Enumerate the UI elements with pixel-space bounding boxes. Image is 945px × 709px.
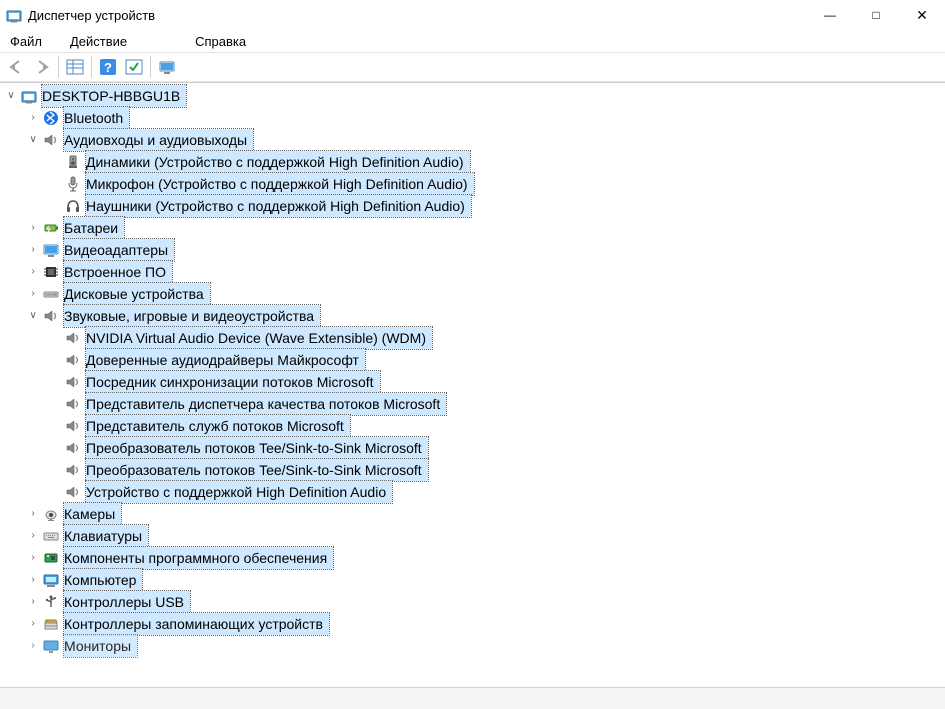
speaker-icon [42, 307, 60, 325]
device-hd-audio[interactable]: Устройство с поддержкой High Definition … [48, 481, 945, 503]
back-button[interactable] [4, 55, 28, 79]
category-audio-io[interactable]: ∨ Аудиовходы и аудиовыходы Динамики (Уст… [26, 129, 945, 217]
category-cameras[interactable]: › Камеры [26, 503, 945, 525]
tree-root[interactable]: ∨ DESKTOP-HBBGU1B › Bluetooth ∨ Аудиовхо… [4, 85, 945, 657]
close-button[interactable]: ✕ [899, 0, 945, 30]
monitor-icon [42, 637, 60, 655]
toolbar-separator [150, 56, 151, 78]
expand-icon[interactable]: ∨ [4, 89, 18, 103]
display-icon [42, 241, 60, 259]
speaker-icon [64, 351, 82, 369]
speaker-icon [64, 417, 82, 435]
bluetooth-icon [42, 109, 60, 127]
root-label: DESKTOP-HBBGU1B [42, 85, 186, 107]
category-bluetooth[interactable]: › Bluetooth [26, 107, 945, 129]
expand-icon[interactable]: › [26, 551, 40, 565]
window-title: Диспетчер устройств [28, 8, 155, 23]
collapse-icon[interactable]: ∨ [26, 133, 40, 147]
device-speakers[interactable]: Динамики (Устройство с поддержкой High D… [48, 151, 945, 173]
expand-icon[interactable]: › [26, 639, 40, 653]
camera-icon [42, 505, 60, 523]
headphones-icon [64, 197, 82, 215]
category-keyboards[interactable]: › Клавиатуры [26, 525, 945, 547]
category-usb-controllers[interactable]: › Контроллеры USB [26, 591, 945, 613]
speaker-icon [64, 329, 82, 347]
component-icon [42, 549, 60, 567]
device-headphones[interactable]: Наушники (Устройство с поддержкой High D… [48, 195, 945, 217]
help-button[interactable] [96, 55, 120, 79]
statusbar [0, 687, 945, 709]
toolbar-separator [91, 56, 92, 78]
speaker-icon [64, 395, 82, 413]
speaker-icon [64, 439, 82, 457]
storage-icon [42, 615, 60, 633]
computer-icon [20, 87, 38, 105]
speaker-device-icon [64, 153, 82, 171]
category-firmware[interactable]: › Встроенное ПО [26, 261, 945, 283]
speaker-icon [64, 483, 82, 501]
menu-action[interactable]: Действие [60, 32, 137, 51]
device-tee-1[interactable]: Преобразователь потоков Tee/Sink-to-Sink… [48, 437, 945, 459]
properties-button[interactable] [155, 55, 179, 79]
expand-icon[interactable]: › [26, 287, 40, 301]
menu-help[interactable]: Справка [185, 32, 256, 51]
computer-icon [42, 571, 60, 589]
device-tee-2[interactable]: Преобразователь потоков Tee/Sink-to-Sink… [48, 459, 945, 481]
category-storage-controllers[interactable]: › Контроллеры запоминающих устройств [26, 613, 945, 635]
speaker-icon [64, 373, 82, 391]
show-hidden-button[interactable] [63, 55, 87, 79]
expand-icon[interactable]: › [26, 573, 40, 587]
category-software-components[interactable]: › Компоненты программного обеспечения [26, 547, 945, 569]
menubar: Файл Действие Справка [0, 30, 945, 52]
scan-button[interactable] [122, 55, 146, 79]
speaker-icon [42, 131, 60, 149]
window-controls: — □ ✕ [807, 0, 945, 30]
usb-icon [42, 593, 60, 611]
disk-icon [42, 285, 60, 303]
category-disk-drives[interactable]: › Дисковые устройства [26, 283, 945, 305]
collapse-icon[interactable]: ∨ [26, 309, 40, 323]
device-svc-rep[interactable]: Представитель служб потоков Microsoft [48, 415, 945, 437]
expand-icon[interactable]: › [26, 529, 40, 543]
device-qos-rep[interactable]: Представитель диспетчера качества потоко… [48, 393, 945, 415]
maximize-button[interactable]: □ [853, 0, 899, 30]
menu-file[interactable]: Файл [0, 32, 52, 51]
device-tree[interactable]: ∨ DESKTOP-HBBGU1B › Bluetooth ∨ Аудиовхо… [0, 83, 945, 687]
expand-icon[interactable]: › [26, 507, 40, 521]
device-microphone[interactable]: Микрофон (Устройство с поддержкой High D… [48, 173, 945, 195]
category-computer[interactable]: › Компьютер [26, 569, 945, 591]
expand-icon[interactable]: › [26, 243, 40, 257]
device-nvidia-audio[interactable]: NVIDIA Virtual Audio Device (Wave Extens… [48, 327, 945, 349]
category-batteries[interactable]: › Батареи [26, 217, 945, 239]
forward-button[interactable] [30, 55, 54, 79]
battery-icon [42, 219, 60, 237]
tree-panel: ∨ DESKTOP-HBBGU1B › Bluetooth ∨ Аудиовхо… [0, 82, 945, 687]
titlebar: Диспетчер устройств — □ ✕ [0, 0, 945, 30]
category-video-adapters[interactable]: › Видеоадаптеры [26, 239, 945, 261]
expand-icon[interactable]: › [26, 111, 40, 125]
keyboard-icon [42, 527, 60, 545]
speaker-icon [64, 461, 82, 479]
expand-icon[interactable]: › [26, 221, 40, 235]
toolbar-separator [58, 56, 59, 78]
microphone-icon [64, 175, 82, 193]
expand-icon[interactable]: › [26, 265, 40, 279]
expand-icon[interactable]: › [26, 617, 40, 631]
device-sync-proxy[interactable]: Посредник синхронизации потоков Microsof… [48, 371, 945, 393]
minimize-button[interactable]: — [807, 0, 853, 30]
app-icon [6, 7, 22, 23]
expand-icon[interactable]: › [26, 595, 40, 609]
toolbar [0, 52, 945, 82]
chip-icon [42, 263, 60, 281]
device-ms-trusted[interactable]: Доверенные аудиодрайверы Майкрософт [48, 349, 945, 371]
category-sound-game[interactable]: ∨ Звуковые, игровые и видеоустройства NV… [26, 305, 945, 503]
category-monitors[interactable]: › Мониторы [26, 635, 945, 657]
